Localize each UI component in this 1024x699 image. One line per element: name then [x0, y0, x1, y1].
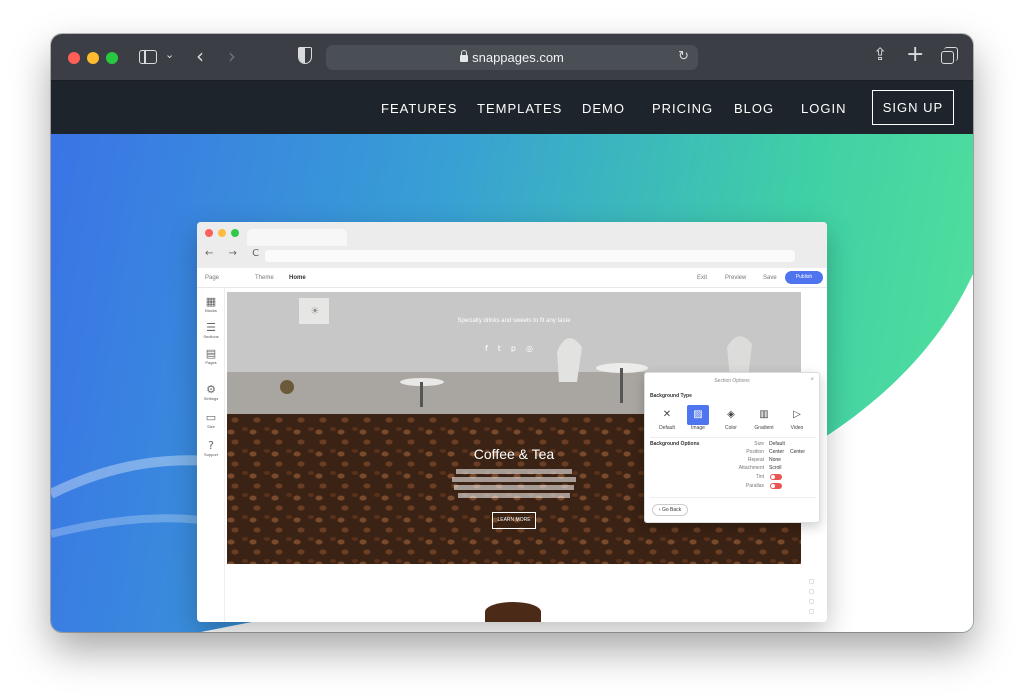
editor-sidebar: ▦ Blocks ☰ Sections ▤ Pages ⚙ Settings ▭ Size… [197, 288, 225, 622]
tool-blocks[interactable]: ▦ Blocks [200, 295, 222, 314]
x-icon: ✕ [662, 409, 672, 420]
block-tool-icons: ◻ ◻ ◻ ◻ [809, 578, 814, 615]
background-options-heading: Background Options [650, 441, 700, 447]
pinterest-icon[interactable]: p [511, 344, 526, 353]
save-button[interactable]: Save [763, 275, 777, 281]
learn-more-button[interactable]: LEARN MORE [492, 512, 536, 529]
browser-window: ⌄ ‹ › snappages.com ↻ ⇪ + FEATURES TEMPL… [51, 34, 973, 632]
address-bar[interactable]: snappages.com ↻ [326, 45, 698, 70]
bg-type-color[interactable]: ◈ Color [720, 405, 742, 431]
publish-button[interactable]: Publish [785, 271, 823, 284]
browser-toolbar: ⌄ ‹ › snappages.com ↻ ⇪ + [51, 34, 973, 81]
forward-icon[interactable]: › [228, 44, 236, 68]
facebook-icon[interactable]: f [485, 344, 498, 353]
exit-button[interactable]: Exit [697, 275, 707, 281]
help-icon: ? [208, 439, 214, 452]
option-size-select[interactable]: Default [769, 441, 785, 447]
nav-templates[interactable]: TEMPLATES [477, 101, 562, 116]
option-position-x-select[interactable]: Center [769, 449, 784, 455]
reload-icon[interactable]: ↻ [678, 49, 689, 64]
mock-nav-icons: ← → C [205, 248, 266, 259]
option-parallax-label: Parallax [745, 483, 764, 489]
bean-image [485, 602, 541, 622]
bg-type-video[interactable]: ▷ Video [786, 405, 808, 431]
image-icon: ▨ [687, 405, 709, 425]
preview-button[interactable]: Preview [725, 275, 746, 281]
tint-toggle[interactable] [770, 474, 782, 480]
parallax-toggle[interactable] [770, 483, 782, 489]
tab-theme[interactable]: Theme [255, 275, 274, 281]
tool-pages[interactable]: ▤ Pages [200, 347, 222, 366]
privacy-shield-icon[interactable] [298, 47, 312, 64]
monitor-icon: ▭ [205, 411, 217, 424]
social-icons: ftp◎ [227, 344, 801, 353]
panel-title: Section Options [714, 378, 750, 384]
share-icon[interactable]: ⇪ [873, 45, 887, 65]
tool-size[interactable]: ▭ Size [200, 411, 222, 430]
nav-blog[interactable]: BLOG [734, 101, 774, 116]
minimize-window-button[interactable] [87, 52, 99, 64]
bg-type-image[interactable]: ▨ Image [687, 405, 709, 431]
chevron-down-icon[interactable]: ⌄ [165, 48, 174, 61]
option-position-y-select[interactable]: Center [790, 449, 805, 455]
signup-button[interactable]: SIGN UP [872, 90, 954, 125]
nav-demo[interactable]: DEMO [582, 101, 625, 116]
option-attachment-select[interactable]: Scroll [769, 465, 782, 471]
tab-page[interactable]: Page [205, 275, 219, 281]
gradient-icon: ▥ [759, 409, 769, 420]
twitter-icon[interactable]: t [498, 344, 511, 353]
mock-minimize-dot [218, 229, 226, 237]
bg-type-default[interactable]: ✕ Default [656, 405, 678, 431]
new-tab-icon[interactable]: + [906, 42, 924, 67]
mock-tab [247, 229, 347, 246]
current-page-label[interactable]: Home [289, 275, 306, 281]
go-back-button[interactable]: ‹ Go Back [652, 504, 688, 516]
zoom-window-button[interactable] [106, 52, 118, 64]
nav-pricing[interactable]: PRICING [652, 101, 713, 116]
tool-settings[interactable]: ⚙ Settings [200, 383, 222, 402]
hero-section: ← → C Page Theme Home Exit Preview Save … [51, 134, 973, 632]
web-page: FEATURES TEMPLATES DEMO PRICING BLOG LOG… [51, 81, 973, 632]
cafe-tagline: Specialty drinks and sweets to fit any t… [457, 318, 571, 324]
mock-close-dot [205, 229, 213, 237]
section-body-text [452, 466, 576, 501]
mock-zoom-dot [231, 229, 239, 237]
option-repeat-label: Repeat [747, 457, 764, 463]
editor-preview-window: ← → C Page Theme Home Exit Preview Save … [197, 222, 827, 622]
option-attachment-label: Attachment [738, 465, 764, 471]
option-repeat-select[interactable]: None [769, 457, 781, 463]
background-type-heading: Background Type [650, 393, 692, 399]
close-icon[interactable]: × [810, 377, 814, 383]
section-options-panel: Section Options × Background Type ✕ Defau… [644, 372, 820, 523]
sliders-icon: ⚙ [206, 383, 216, 396]
url-text: snappages.com [472, 50, 564, 65]
option-position-label: Position [746, 449, 764, 455]
bg-type-gradient[interactable]: ▥ Gradient [753, 405, 775, 431]
lock-icon [460, 50, 469, 62]
close-window-button[interactable] [68, 52, 80, 64]
back-icon[interactable]: ‹ [196, 44, 204, 68]
instagram-icon[interactable]: ◎ [526, 344, 543, 353]
svg-text:☀: ☀ [311, 306, 320, 317]
sections-icon: ☰ [206, 321, 216, 334]
mock-browser-chrome: ← → C [197, 222, 827, 268]
site-nav: FEATURES TEMPLATES DEMO PRICING BLOG LOG… [51, 81, 973, 134]
mock-address-bar [265, 250, 795, 262]
option-size-label: Size [754, 441, 764, 447]
nav-features[interactable]: FEATURES [381, 101, 457, 116]
tool-sections[interactable]: ☰ Sections [200, 321, 222, 340]
tab-overview-icon[interactable] [941, 47, 958, 64]
blocks-icon: ▦ [205, 295, 217, 308]
sidebar-toggle-icon[interactable] [139, 50, 157, 64]
pages-icon: ▤ [205, 347, 217, 360]
option-tint-label: Tint [755, 474, 764, 480]
paint-bucket-icon: ◈ [727, 409, 735, 420]
editor-topbar: Page Theme Home Exit Preview Save Publis… [197, 268, 827, 288]
video-icon: ▷ [793, 409, 801, 420]
tool-support[interactable]: ? Support [200, 439, 222, 458]
nav-login[interactable]: LOGIN [801, 101, 846, 116]
